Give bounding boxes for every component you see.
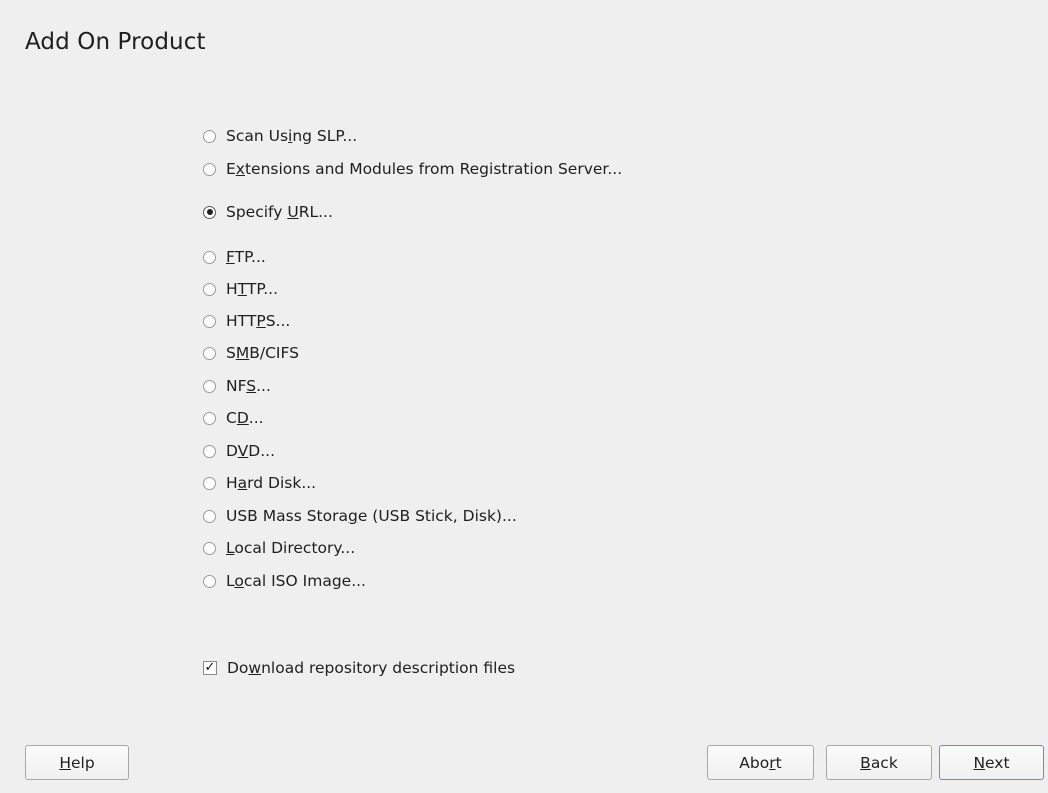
radio-https[interactable]: HTTPS...	[203, 310, 290, 332]
radio-indicator[interactable]	[203, 162, 216, 176]
radio-hard-disk[interactable]: Hard Disk...	[203, 472, 316, 494]
radio-label: Extensions and Modules from Registration…	[226, 160, 623, 178]
radio-indicator[interactable]	[203, 541, 216, 555]
radio-http[interactable]: HTTP...	[203, 278, 278, 300]
radio-specify-url[interactable]: Specify URL...	[203, 201, 333, 223]
radio-ftp[interactable]: FTP...	[203, 246, 266, 268]
radio-label: Hard Disk...	[226, 474, 317, 492]
radio-scan-slp[interactable]: Scan Using SLP...	[203, 125, 357, 147]
radio-label: HTTPS...	[226, 312, 291, 330]
radio-local-directory[interactable]: Local Directory...	[203, 537, 355, 559]
radio-indicator[interactable]	[203, 574, 216, 588]
radio-smb-cifs[interactable]: SMB/CIFS	[203, 342, 299, 364]
radio-indicator[interactable]	[203, 444, 216, 458]
download-description-files-checkbox[interactable]: ✓ Download repository description files	[203, 657, 515, 679]
help-button[interactable]: Help	[25, 745, 129, 780]
back-button[interactable]: Back	[826, 745, 932, 780]
radio-indicator[interactable]	[203, 129, 216, 143]
radio-label: USB Mass Storage (USB Stick, Disk)...	[226, 507, 517, 525]
radio-label: Local Directory...	[226, 539, 356, 557]
radio-indicator[interactable]	[203, 314, 216, 328]
radio-dvd[interactable]: DVD...	[203, 440, 275, 462]
radio-indicator[interactable]	[203, 476, 216, 490]
radio-label: CD...	[226, 409, 264, 427]
radio-indicator[interactable]	[203, 282, 216, 296]
check-icon[interactable]: ✓	[203, 661, 217, 675]
radio-label: FTP...	[226, 248, 266, 266]
checkbox-label: Download repository description files	[227, 659, 516, 677]
radio-nfs[interactable]: NFS...	[203, 375, 271, 397]
radio-label: SMB/CIFS	[226, 344, 299, 362]
radio-indicator[interactable]	[203, 509, 216, 523]
radio-label: DVD...	[226, 442, 275, 460]
radio-label: Scan Using SLP...	[226, 127, 358, 145]
radio-indicator[interactable]	[203, 250, 216, 264]
radio-local-iso-image[interactable]: Local ISO Image...	[203, 570, 366, 592]
radio-indicator[interactable]	[203, 379, 216, 393]
radio-indicator[interactable]	[203, 205, 216, 219]
radio-usb-mass-storage[interactable]: USB Mass Storage (USB Stick, Disk)...	[203, 505, 517, 527]
radio-indicator[interactable]	[203, 411, 216, 425]
radio-cd[interactable]: CD...	[203, 407, 264, 429]
add-on-product-window: Add On Product Scan Using SLP... Extensi…	[0, 0, 1048, 793]
radio-extensions-modules[interactable]: Extensions and Modules from Registration…	[203, 158, 622, 180]
page-title: Add On Product	[25, 29, 206, 55]
radio-indicator[interactable]	[203, 346, 216, 360]
radio-label: Specify URL...	[226, 203, 333, 221]
next-button[interactable]: Next	[939, 745, 1044, 780]
radio-label: Local ISO Image...	[226, 572, 366, 590]
abort-button[interactable]: Abo r t	[707, 745, 814, 780]
radio-label: HTTP...	[226, 280, 279, 298]
radio-label: NFS...	[226, 377, 271, 395]
